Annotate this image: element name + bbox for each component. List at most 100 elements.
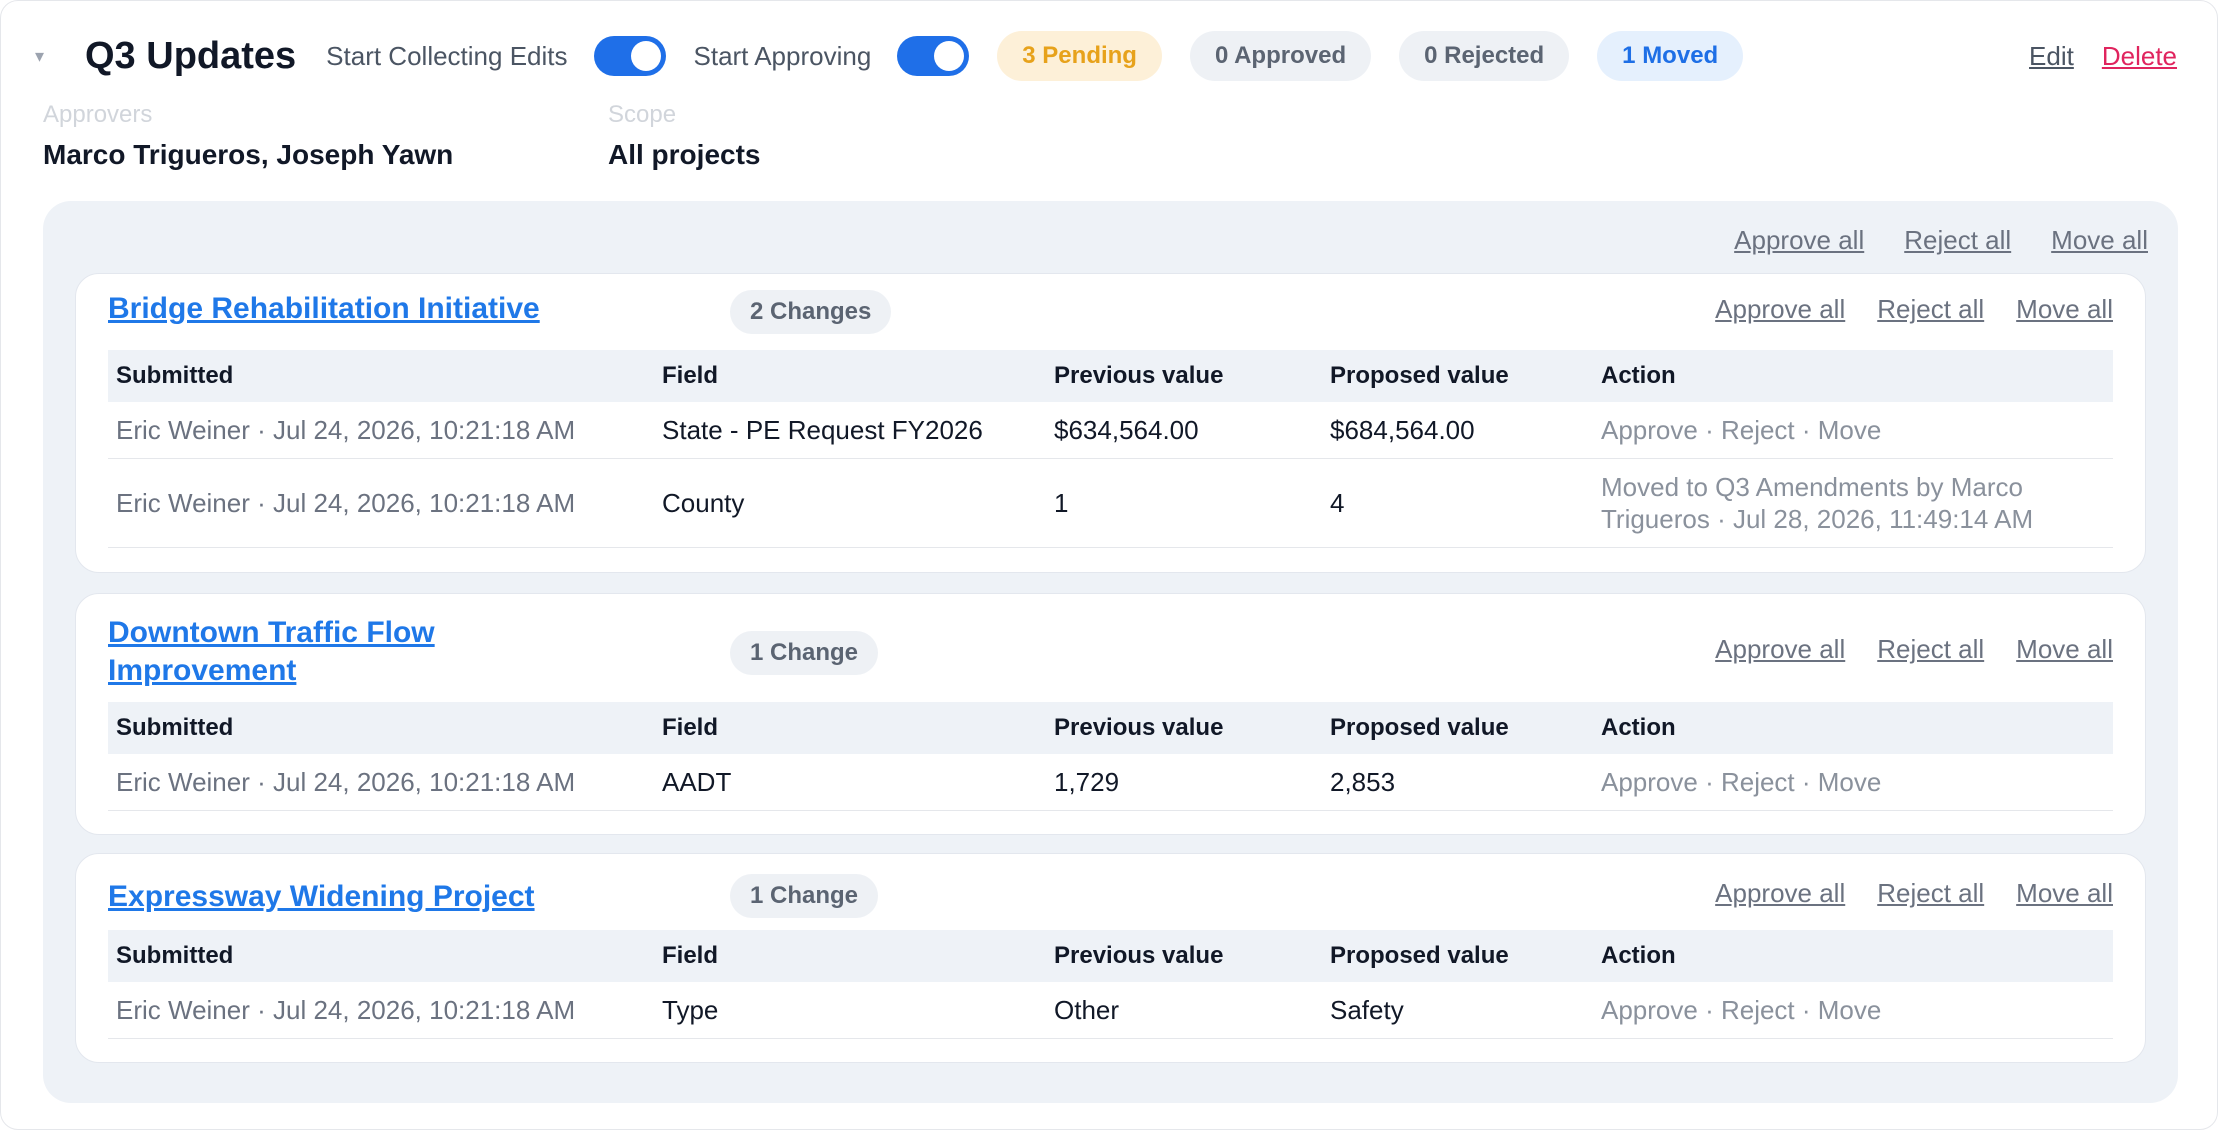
proposed-cell: $684,564.00 [1322,402,1593,459]
col-submitted: Submitted [108,930,654,982]
changes-table: Submitted Field Previous value Proposed … [108,702,2113,811]
col-submitted: Submitted [108,702,654,754]
approving-label: Start Approving [693,40,872,71]
reject-all-link[interactable]: Reject all [1877,634,1984,665]
changes-table: Submitted Field Previous value Proposed … [108,930,2113,1039]
submitted-cell: Eric Weiner · Jul 24, 2026, 10:21:18 AM [108,754,654,811]
proposed-cell: Safety [1322,982,1593,1039]
rejected-badge: 0 Rejected [1399,31,1570,81]
project-card: Bridge Rehabilitation Initiative 2 Chang… [75,273,2146,573]
move-all-link[interactable]: Move all [2016,294,2113,325]
field-cell: AADT [654,754,1046,811]
card-bulk-actions: Approve all Reject all Move all [1715,634,2113,665]
col-previous: Previous value [1046,350,1322,402]
reject-all-link[interactable]: Reject all [1904,225,2011,256]
field-cell: Type [654,982,1046,1039]
approvers-value: Marco Trigueros, Joseph Yawn [43,139,454,170]
reject-all-link[interactable]: Reject all [1877,294,1984,325]
moved-status-cell: Moved to Q3 Amendments by Marco Triguero… [1593,458,2113,548]
approve-link[interactable]: Approve [1601,995,1698,1025]
action-cell: Approve · Reject · Move [1593,982,2113,1039]
changes-table: Submitted Field Previous value Proposed … [108,350,2113,548]
col-field: Field [654,350,1046,402]
reject-link[interactable]: Reject [1721,995,1795,1025]
global-bulk-actions: Approve all Reject all Move all [1734,225,2148,256]
project-card: Downtown Traffic Flow Improvement 1 Chan… [75,593,2146,835]
card-bulk-actions: Approve all Reject all Move all [1715,294,2113,325]
table-row: Eric Weiner · Jul 24, 2026, 10:21:18 AM … [108,982,2113,1039]
scope-block: Scope All projects [608,101,760,171]
approving-toggle[interactable] [897,36,970,76]
changes-badge: 1 Change [730,874,879,918]
previous-cell: 1,729 [1046,754,1322,811]
action-cell: Approve · Reject · Move [1593,402,2113,459]
approve-all-link[interactable]: Approve all [1715,634,1845,665]
changes-badge: 2 Changes [730,290,892,334]
table-header-row: Submitted Field Previous value Proposed … [108,702,2113,754]
table-row: Eric Weiner · Jul 24, 2026, 10:21:18 AM … [108,754,2113,811]
collect-edits-label: Start Collecting Edits [326,40,568,71]
table-header-row: Submitted Field Previous value Proposed … [108,350,2113,402]
panel-header: ▾ Q3 Updates Start Collecting Edits Star… [35,25,2177,87]
project-title-link[interactable]: Bridge Rehabilitation Initiative [108,290,540,328]
col-previous: Previous value [1046,930,1322,982]
approve-link[interactable]: Approve [1601,767,1698,797]
moved-badge: 1 Moved [1597,31,1744,81]
reject-link[interactable]: Reject [1721,415,1795,445]
move-link[interactable]: Move [1818,415,1882,445]
col-proposed: Proposed value [1322,702,1593,754]
approve-all-link[interactable]: Approve all [1715,878,1845,909]
projects-container: Approve all Reject all Move all Bridge R… [43,201,2178,1103]
previous-cell: 1 [1046,458,1322,548]
table-row: Eric Weiner · Jul 24, 2026, 10:21:18 AM … [108,402,2113,459]
approvers-block: Approvers Marco Trigueros, Joseph Yawn [43,101,453,171]
chevron-down-icon[interactable]: ▾ [35,46,65,67]
table-header-row: Submitted Field Previous value Proposed … [108,930,2113,982]
col-submitted: Submitted [108,350,654,402]
card-header: Bridge Rehabilitation Initiative 2 Chang… [76,274,2145,350]
reject-link[interactable]: Reject [1721,767,1795,797]
delete-link[interactable]: Delete [2102,41,2177,72]
proposed-cell: 2,853 [1322,754,1593,811]
field-cell: County [654,458,1046,548]
move-all-link[interactable]: Move all [2016,634,2113,665]
table-row: Eric Weiner · Jul 24, 2026, 10:21:18 AM … [108,458,2113,548]
project-card: Expressway Widening Project 1 Change App… [75,853,2146,1063]
move-all-link[interactable]: Move all [2016,878,2113,909]
separator: · [1697,415,1721,445]
move-link[interactable]: Move [1818,767,1882,797]
project-title-link[interactable]: Downtown Traffic Flow Improvement [108,614,528,690]
move-all-link[interactable]: Move all [2051,225,2148,256]
col-action: Action [1593,702,2113,754]
reject-all-link[interactable]: Reject all [1877,878,1984,909]
separator: · [1697,995,1721,1025]
col-action: Action [1593,930,2113,982]
separator: · [1794,995,1818,1025]
page-title: Q3 Updates [85,34,297,77]
collect-edits-toggle[interactable] [593,36,666,76]
approved-badge: 0 Approved [1189,31,1372,81]
card-header: Downtown Traffic Flow Improvement 1 Chan… [76,594,2145,702]
approve-link[interactable]: Approve [1601,415,1698,445]
approve-all-link[interactable]: Approve all [1734,225,1864,256]
col-field: Field [654,930,1046,982]
separator: · [1794,415,1818,445]
col-field: Field [654,702,1046,754]
approve-all-link[interactable]: Approve all [1715,294,1845,325]
approvers-label: Approvers [43,101,153,128]
pending-badge: 3 Pending [997,31,1162,81]
scope-label: Scope [608,101,677,128]
previous-cell: Other [1046,982,1322,1039]
separator: · [1697,767,1721,797]
scope-value: All projects [608,139,761,170]
move-link[interactable]: Move [1818,995,1882,1025]
separator: · [1794,767,1818,797]
card-bulk-actions: Approve all Reject all Move all [1715,878,2113,909]
change-set-panel: ▾ Q3 Updates Start Collecting Edits Star… [0,0,2218,1130]
col-previous: Previous value [1046,702,1322,754]
previous-cell: $634,564.00 [1046,402,1322,459]
field-cell: State - PE Request FY2026 [654,402,1046,459]
edit-link[interactable]: Edit [2029,41,2074,72]
col-proposed: Proposed value [1322,350,1593,402]
project-title-link[interactable]: Expressway Widening Project [108,878,535,916]
